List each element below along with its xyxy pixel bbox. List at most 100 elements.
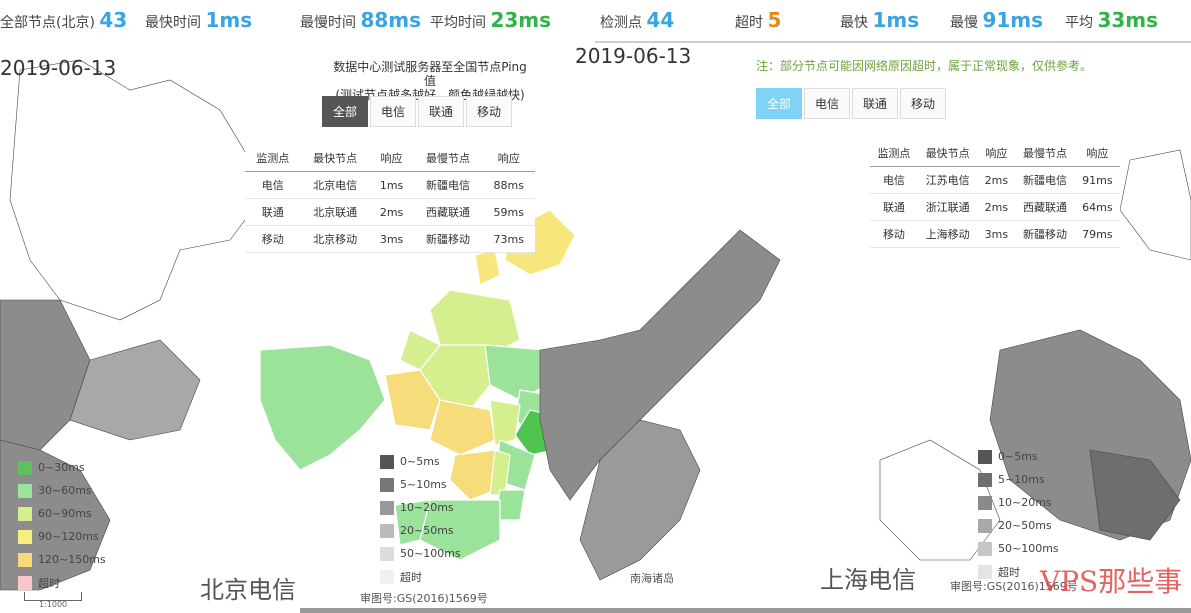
legend-label: 60~90ms [38,507,92,520]
legend-item: 超时 [18,571,106,594]
legend-label: 120~150ms [38,553,106,566]
table-row: 移动 北京移动 3ms 新疆移动 73ms [245,225,535,253]
mid-caption: 南海诸岛 [630,572,674,585]
table-cell: 新疆电信 [1015,166,1075,194]
left-rank-table: 监测点 最快节点 响应 最慢节点 响应 电信 北京电信 1ms 新疆电信 88m… [245,145,535,253]
right-th-4: 响应 [1074,140,1120,167]
rstat-fastest-value: 1ms [872,8,920,32]
right-th-1: 最快节点 [917,140,978,167]
stat-fastest-label: 最快时间 [145,15,201,31]
table-cell: 2ms [977,193,1016,221]
table-cell: 1ms [369,171,414,199]
table-cell: 北京联通 [300,198,370,226]
legend-label: 30~60ms [38,484,92,497]
table-cell: 上海移动 [917,220,978,248]
right-th-3: 最慢节点 [1015,140,1075,167]
legend-mid: 0~5ms 5~10ms 10~20ms 20~50ms 50~100ms 超时 [380,450,461,588]
legend-swatch [18,575,32,590]
right-tab-unicom[interactable]: 联通 [852,88,899,119]
left-map-caption: 北京电信 [200,576,296,604]
left-tab-unicom[interactable]: 联通 [418,96,465,127]
legend-swatch [380,500,394,515]
right-tab-all[interactable]: 全部 [756,88,803,119]
table-cell: 新疆移动 [1015,220,1075,248]
legend-swatch [18,483,32,498]
rstat-total: 检测点 44 [600,8,674,32]
left-date: 2019-06-13 [0,56,117,80]
stat-avg-value: 23ms [490,8,552,32]
legend-item: 超时 [380,565,461,588]
left-map-north-east [9,59,261,321]
legend-swatch [380,523,394,538]
legend-swatch [978,495,992,510]
legend-label: 20~50ms [998,519,1052,532]
rstat-timeout: 超时 5 [735,8,781,32]
stat-slowest-label: 最慢时间 [300,15,356,31]
legend-item: 0~30ms [18,456,106,479]
table-cell: 新疆电信 [413,171,483,199]
legend-label: 超时 [400,570,422,584]
rstat-slowest-value: 91ms [982,8,1044,32]
legend-label: 5~10ms [400,478,447,491]
legend-label: 0~5ms [998,450,1038,463]
legend-swatch [978,472,992,487]
legend-label: 10~20ms [400,501,454,514]
rstat-avg-label: 平均 [1065,15,1093,31]
region-beijing [474,249,501,286]
legend-label: 0~5ms [400,455,440,468]
table-cell: 88ms [482,171,535,199]
rstat-avg: 平均 33ms [1065,8,1158,32]
table-cell: 北京电信 [300,171,370,199]
left-date-2: 2019-06-13 [575,44,692,68]
stat-total-label: 全部节点(北京) [0,15,95,31]
table-cell: 西藏联通 [413,198,483,226]
right-th-2: 响应 [977,140,1016,167]
table-cell: 联通 [245,198,301,226]
left-tab-mobile[interactable]: 移动 [466,96,513,127]
rstat-avg-value: 33ms [1097,8,1159,32]
left-map-west [0,299,91,451]
table-cell: 移动 [245,225,301,253]
scale-label: 1:1000 [39,600,68,609]
table-cell: 电信 [870,166,918,194]
left-tab-telecom[interactable]: 电信 [370,96,417,127]
stat-fastest-value: 1ms [205,8,253,32]
legend-item: 5~10ms [978,468,1059,491]
rstat-fastest: 最快 1ms [840,8,919,32]
table-row: 电信 江苏电信 2ms 新疆电信 91ms [870,166,1120,194]
legend-item: 0~5ms [978,445,1059,468]
table-cell: 3ms [369,225,414,253]
legend-item: 50~100ms [978,537,1059,560]
right-th-0: 监测点 [870,140,918,167]
legend-item: 10~20ms [978,491,1059,514]
legend-swatch [380,546,394,561]
table-cell: 电信 [245,171,301,199]
legend-item: 5~10ms [380,473,461,496]
stat-total: 全部节点(北京) 43 [0,8,127,32]
right-tab-mobile[interactable]: 移动 [900,88,947,119]
left-th-0: 监测点 [245,145,301,172]
table-cell: 2ms [977,166,1016,194]
left-tabs: 全部 电信 联通 移动 [322,96,514,127]
table-row: 电信 北京电信 1ms 新疆电信 88ms [245,171,535,199]
legend-label: 20~50ms [400,524,454,537]
left-tab-all[interactable]: 全部 [322,96,369,127]
legend-swatch [18,460,32,475]
legend-swatch [18,552,32,567]
table-cell: 新疆移动 [413,225,483,253]
rstat-fastest-label: 最快 [840,15,868,31]
table-row: 联通 浙江联通 2ms 西藏联通 64ms [870,193,1120,221]
legend-swatch [18,529,32,544]
legend-swatch [380,569,394,584]
legend-label: 90~120ms [38,530,99,543]
legend-item: 20~50ms [978,514,1059,537]
legend-label: 50~100ms [998,542,1059,555]
right-tab-telecom[interactable]: 电信 [804,88,851,119]
footer-line [300,608,1191,613]
stat-total-value: 43 [99,8,128,32]
table-cell: 64ms [1074,193,1120,221]
table-row: 联通 北京联通 2ms 西藏联通 59ms [245,198,535,226]
table-cell: 91ms [1074,166,1120,194]
stat-fastest: 最快时间 1ms [145,8,252,32]
scale-bar: 1:1000 [24,592,82,609]
